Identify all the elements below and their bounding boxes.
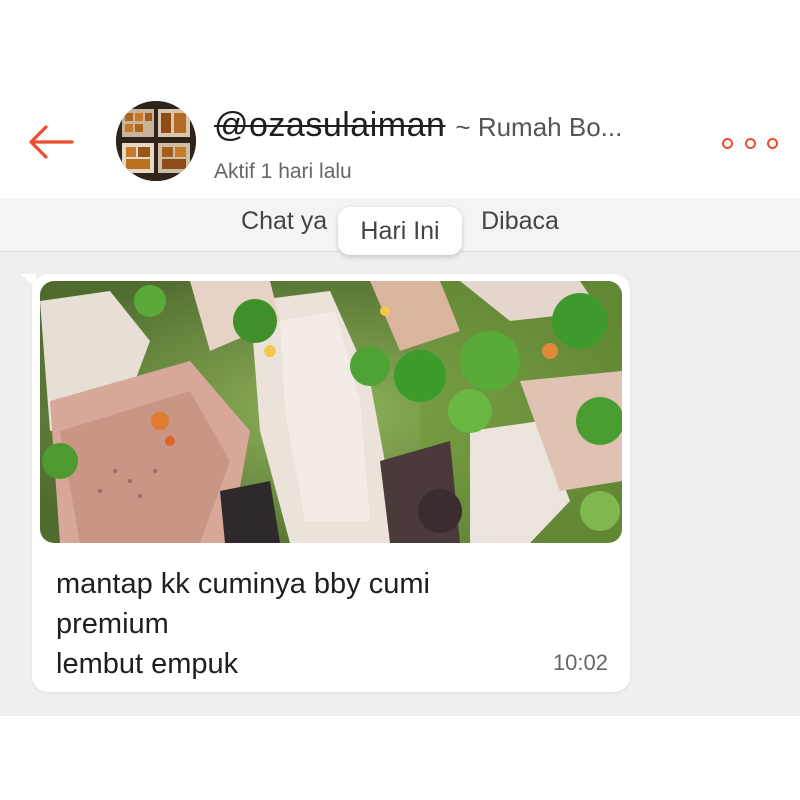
message-line: mantap kk cuminya bby cumi [56, 568, 430, 600]
shop-name[interactable]: ~ Rumah Bo... [455, 112, 622, 143]
online-status: Aktif 1 hari lalu [214, 160, 352, 183]
message-photo[interactable] [40, 281, 622, 543]
shop-avatar-image [116, 101, 196, 181]
banner-text-right: Dibaca [481, 207, 559, 235]
more-dots-icon [722, 137, 733, 149]
avatar[interactable] [116, 101, 196, 181]
username[interactable]: @ozasulaiman [214, 106, 445, 145]
arrow-left-icon [29, 125, 74, 159]
more-options-button[interactable] [722, 132, 778, 154]
message-line: premium [56, 608, 169, 640]
more-dots-icon [767, 137, 778, 149]
more-dots-icon [744, 137, 756, 149]
message-text: mantap kk cuminya bby cumi premium lembu… [56, 564, 516, 684]
date-separator: Hari Ini [338, 207, 462, 255]
chat-header: @ozasulaiman ~ Rumah Bo... Aktif 1 hari … [0, 88, 800, 198]
back-button[interactable] [26, 122, 74, 162]
message-line: lembut empuk [56, 648, 239, 680]
food-photo-image [40, 281, 622, 543]
message-bubble[interactable]: mantap kk cuminya bby cumi premium lembu… [32, 274, 630, 692]
banner-text-left: Chat ya [241, 207, 328, 235]
message-timestamp: 10:02 [552, 650, 608, 675]
